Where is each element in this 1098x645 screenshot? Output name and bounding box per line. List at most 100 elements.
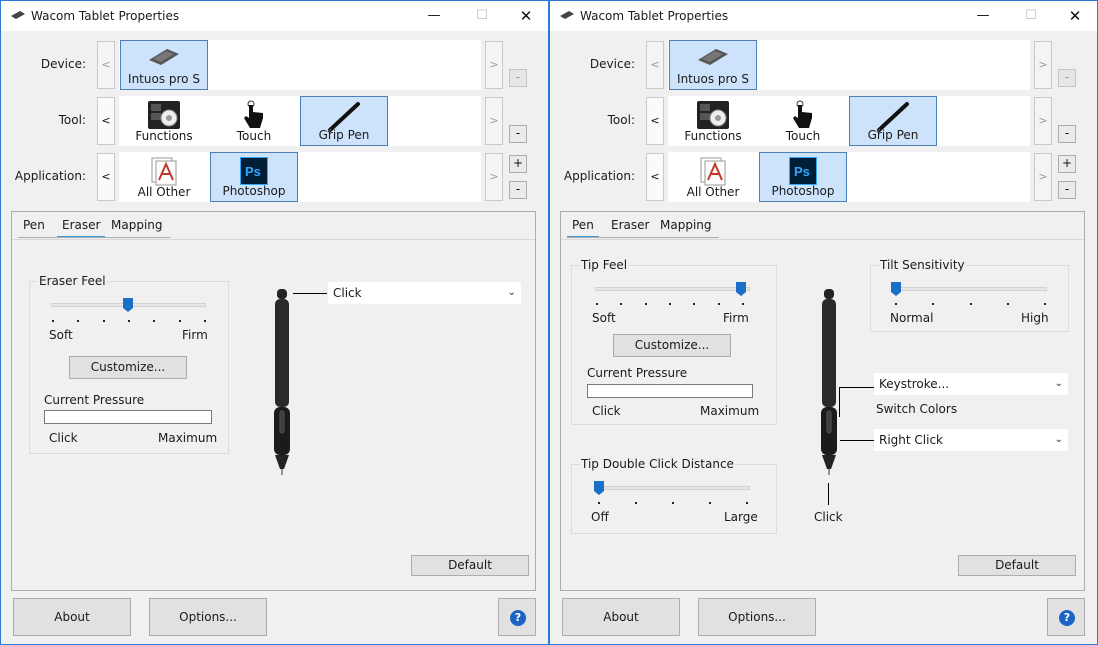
tip-double-click-group: Tip Double Click Distance Off Large bbox=[571, 457, 777, 534]
application-item-all-other[interactable]: All Other bbox=[669, 152, 757, 202]
application-remove-button[interactable]: - bbox=[509, 181, 527, 199]
tool-item-grip-pen[interactable]: Grip Pen bbox=[849, 96, 937, 146]
slider-tick bbox=[1044, 303, 1046, 305]
default-button[interactable]: Default bbox=[411, 555, 529, 576]
upper-button-leader-horizontal bbox=[839, 387, 874, 388]
tip-feel-slider-thumb[interactable] bbox=[736, 282, 746, 296]
slider-tick bbox=[644, 303, 647, 305]
device-next-arrow[interactable]: > bbox=[485, 41, 503, 89]
tool-next-arrow[interactable]: > bbox=[485, 97, 503, 145]
application-remove-button[interactable]: - bbox=[1058, 181, 1076, 199]
photoshop-icon: Ps bbox=[240, 157, 268, 185]
application-strip: All Other Ps Photoshop bbox=[119, 152, 481, 202]
default-button[interactable]: Default bbox=[958, 555, 1076, 576]
slider-tick bbox=[635, 502, 637, 504]
device-strip: Intuos pro S bbox=[119, 40, 481, 90]
tab-mapping[interactable]: Mapping bbox=[655, 216, 717, 238]
maximize-icon[interactable]: ☐ bbox=[1017, 5, 1045, 27]
device-prev-arrow[interactable]: < bbox=[97, 41, 115, 89]
customize-button[interactable]: Customize... bbox=[69, 356, 187, 379]
tip-double-click-track[interactable] bbox=[595, 486, 750, 490]
tip-action-label: Click bbox=[814, 510, 843, 524]
device-item-label: Intuos pro S bbox=[128, 72, 200, 86]
slider-tick bbox=[693, 303, 696, 305]
lower-button-dropdown[interactable]: Right Click ⌄ bbox=[874, 429, 1068, 451]
slider-tick bbox=[1006, 303, 1009, 305]
tool-label: Tool: bbox=[58, 113, 86, 127]
application-prev-arrow[interactable]: < bbox=[97, 153, 115, 201]
device-label: Device: bbox=[40, 57, 86, 71]
device-item-intuos[interactable]: Intuos pro S bbox=[120, 40, 208, 90]
application-strip: All Other Ps Photoshop bbox=[668, 152, 1030, 202]
tab-pen[interactable]: Pen bbox=[18, 216, 50, 238]
device-prev-arrow[interactable]: < bbox=[646, 41, 664, 89]
application-next-arrow[interactable]: > bbox=[1034, 153, 1052, 201]
title-bar[interactable]: Wacom Tablet Properties — ☐ ✕ bbox=[1, 1, 548, 31]
tip-double-click-slider-thumb[interactable] bbox=[594, 481, 604, 495]
application-next-arrow[interactable]: > bbox=[485, 153, 503, 201]
slider-tick bbox=[932, 303, 935, 305]
window-title: Wacom Tablet Properties bbox=[580, 9, 729, 23]
upper-button-value: Keystroke... bbox=[879, 377, 950, 391]
tilt-sensitivity-min-label: Normal bbox=[890, 311, 934, 325]
tool-item-label: Grip Pen bbox=[867, 128, 919, 142]
close-icon[interactable]: ✕ bbox=[512, 5, 540, 27]
title-bar[interactable]: Wacom Tablet Properties — ☐ ✕ bbox=[550, 1, 1097, 31]
options-button[interactable]: Options... bbox=[149, 598, 267, 636]
close-icon[interactable]: ✕ bbox=[1061, 5, 1089, 27]
tilt-sensitivity-track[interactable] bbox=[892, 287, 1047, 291]
functions-icon bbox=[697, 101, 729, 129]
tool-remove-button[interactable]: - bbox=[1058, 125, 1076, 143]
tool-next-arrow[interactable]: > bbox=[1034, 97, 1052, 145]
device-remove-button[interactable]: - bbox=[509, 69, 527, 87]
slider-tick bbox=[204, 320, 206, 322]
minimize-icon[interactable]: — bbox=[969, 5, 997, 27]
application-add-button[interactable]: + bbox=[1058, 155, 1076, 173]
current-pressure-label: Current Pressure bbox=[44, 393, 145, 407]
window-title: Wacom Tablet Properties bbox=[31, 9, 180, 23]
help-button[interactable]: ? bbox=[498, 598, 536, 636]
application-item-photoshop[interactable]: Ps Photoshop bbox=[210, 152, 298, 202]
settings-panel: Pen Eraser Mapping Tip Feel Soft Firm Cu… bbox=[560, 211, 1085, 591]
tool-item-functions[interactable]: Functions bbox=[669, 96, 757, 146]
about-button[interactable]: About bbox=[562, 598, 680, 636]
tab-mapping[interactable]: Mapping bbox=[106, 216, 168, 238]
device-next-arrow[interactable]: > bbox=[1034, 41, 1052, 89]
application-label: Application: bbox=[563, 169, 635, 183]
tool-prev-arrow[interactable]: < bbox=[97, 97, 115, 145]
eraser-tab-body: Eraser Feel Soft Firm Customize... Curre… bbox=[12, 239, 535, 590]
tip-feel-group: Tip Feel Soft Firm Customize... Current … bbox=[571, 258, 777, 425]
tab-pen[interactable]: Pen bbox=[567, 216, 599, 238]
minimize-icon[interactable]: — bbox=[420, 5, 448, 27]
tip-feel-label: Tip Feel bbox=[580, 258, 629, 272]
customize-button[interactable]: Customize... bbox=[613, 334, 731, 357]
current-pressure-bar bbox=[44, 410, 212, 424]
tool-label: Tool: bbox=[607, 113, 635, 127]
tip-feel-track[interactable] bbox=[595, 287, 750, 291]
eraser-feel-slider-thumb[interactable] bbox=[123, 298, 133, 312]
application-item-photoshop[interactable]: Ps Photoshop bbox=[759, 152, 847, 202]
application-add-button[interactable]: + bbox=[509, 155, 527, 173]
tool-item-functions[interactable]: Functions bbox=[120, 96, 208, 146]
tilt-sensitivity-slider-thumb[interactable] bbox=[891, 282, 901, 296]
tool-item-touch[interactable]: Touch bbox=[759, 96, 847, 146]
tool-item-touch[interactable]: Touch bbox=[210, 96, 298, 146]
options-button[interactable]: Options... bbox=[698, 598, 816, 636]
device-item-intuos[interactable]: Intuos pro S bbox=[669, 40, 757, 90]
application-item-all-other[interactable]: All Other bbox=[120, 152, 208, 202]
eraser-feel-group: Eraser Feel Soft Firm Customize... Curre… bbox=[29, 274, 229, 454]
help-icon: ? bbox=[1059, 610, 1075, 626]
device-label: Device: bbox=[589, 57, 635, 71]
tool-remove-button[interactable]: - bbox=[509, 125, 527, 143]
tool-prev-arrow[interactable]: < bbox=[646, 97, 664, 145]
tool-item-grip-pen[interactable]: Grip Pen bbox=[300, 96, 388, 146]
device-remove-button[interactable]: - bbox=[1058, 69, 1076, 87]
help-button[interactable]: ? bbox=[1047, 598, 1085, 636]
maximize-icon[interactable]: ☐ bbox=[468, 5, 496, 27]
upper-button-dropdown[interactable]: Keystroke... ⌄ bbox=[874, 373, 1068, 395]
tab-eraser[interactable]: Eraser bbox=[57, 216, 106, 238]
eraser-action-dropdown[interactable]: Click ⌄ bbox=[328, 282, 521, 304]
application-prev-arrow[interactable]: < bbox=[646, 153, 664, 201]
about-button[interactable]: About bbox=[13, 598, 131, 636]
tab-eraser[interactable]: Eraser bbox=[606, 216, 654, 238]
